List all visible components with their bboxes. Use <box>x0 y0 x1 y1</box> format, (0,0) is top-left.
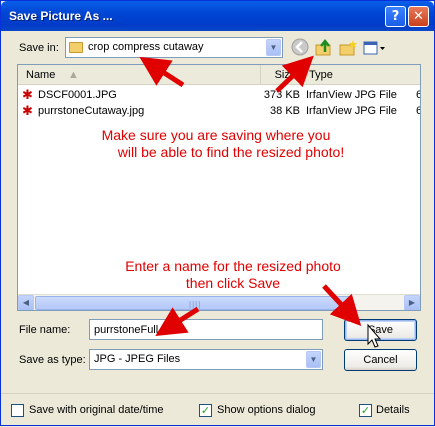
column-type-label: Type <box>309 69 333 81</box>
file-name-cell: DSCF0001.JPG <box>38 89 117 101</box>
save-in-value: crop compress cutaway <box>88 41 204 53</box>
save-location-note-line-2: will be able to find the resized photo! <box>117 144 345 160</box>
save-in-label: Save in: <box>19 42 59 54</box>
save-date-checkbox[interactable] <box>11 404 24 417</box>
window-title: Save Picture As ... <box>9 9 113 23</box>
save-location-note: Make sure you are saving where you will … <box>61 127 371 161</box>
options-bar: Save with original date/time ✓ Show opti… <box>1 393 434 426</box>
folder-icon <box>69 42 83 53</box>
title-bar[interactable]: Save Picture As ... ? ✕ <box>1 1 434 31</box>
column-header-size[interactable]: Size <box>261 65 301 85</box>
save-as-type-label: Save as type: <box>19 354 86 366</box>
close-button[interactable]: ✕ <box>408 6 429 27</box>
up-folder-icon[interactable] <box>314 38 334 58</box>
list-item[interactable]: ✱ DSCF0001.JPG 373 KB IrfanView JPG File… <box>20 87 420 103</box>
file-name-input[interactable] <box>89 319 323 340</box>
sort-up-icon: ▲ <box>68 69 79 81</box>
views-menu-icon[interactable] <box>362 38 386 58</box>
chevron-down-icon[interactable]: ▼ <box>266 39 281 56</box>
scroll-thumb[interactable]: |||| <box>35 296 353 310</box>
enter-name-note: Enter a name for the resized photo then … <box>113 258 353 292</box>
save-location-note-line-1: Make sure you are saving where you <box>101 127 331 143</box>
show-options-checkbox[interactable]: ✓ <box>199 404 212 417</box>
cancel-button[interactable]: Cancel <box>344 349 417 371</box>
help-button[interactable]: ? <box>385 6 406 27</box>
save-picture-dialog: Save Picture As ... ? ✕ Save in: crop co… <box>0 0 435 426</box>
irfanview-file-icon: ✱ <box>22 104 33 119</box>
new-folder-icon[interactable] <box>338 38 358 58</box>
file-type-cell: IrfanView JPG File <box>306 105 397 117</box>
column-name-label: Name <box>26 69 56 81</box>
save-as-type-value: JPG - JPEG Files <box>94 353 181 365</box>
save-as-type-dropdown[interactable]: JPG - JPEG Files ▼ <box>89 349 323 370</box>
file-extra-cell: 6 <box>416 89 420 101</box>
scroll-right-button[interactable]: ▶ <box>404 295 420 310</box>
column-size-label: Size <box>274 69 296 81</box>
column-header-type[interactable]: Type <box>301 65 420 85</box>
file-type-cell: IrfanView JPG File <box>306 89 397 101</box>
back-icon[interactable] <box>290 38 310 58</box>
enter-name-note-line-2: then click Save <box>185 275 281 291</box>
save-date-label: Save with original date/time <box>29 404 164 416</box>
details-label: Details <box>376 404 410 416</box>
horizontal-scrollbar[interactable]: ◀ |||| ▶ <box>18 294 420 310</box>
column-header-name[interactable]: Name ▲ <box>18 65 261 85</box>
show-options-label: Show options dialog <box>217 404 316 416</box>
list-item[interactable]: ✱ purrstoneCutaway.jpg 38 KB IrfanView J… <box>20 103 420 119</box>
file-size-cell: 373 KB <box>263 89 300 101</box>
file-size-cell: 38 KB <box>270 105 300 117</box>
save-in-dropdown[interactable]: crop compress cutaway ▼ <box>65 37 283 58</box>
file-name-label: File name: <box>19 324 71 336</box>
chevron-down-icon[interactable]: ▼ <box>306 351 321 368</box>
scroll-left-button[interactable]: ◀ <box>18 295 34 310</box>
file-extra-cell: 6 <box>416 105 420 117</box>
file-name-cell: purrstoneCutaway.jpg <box>38 105 145 117</box>
irfanview-file-icon: ✱ <box>22 88 33 103</box>
details-checkbox[interactable]: ✓ <box>359 404 372 417</box>
save-button[interactable]: Save <box>344 319 417 341</box>
enter-name-note-line-1: Enter a name for the resized photo <box>125 258 341 274</box>
